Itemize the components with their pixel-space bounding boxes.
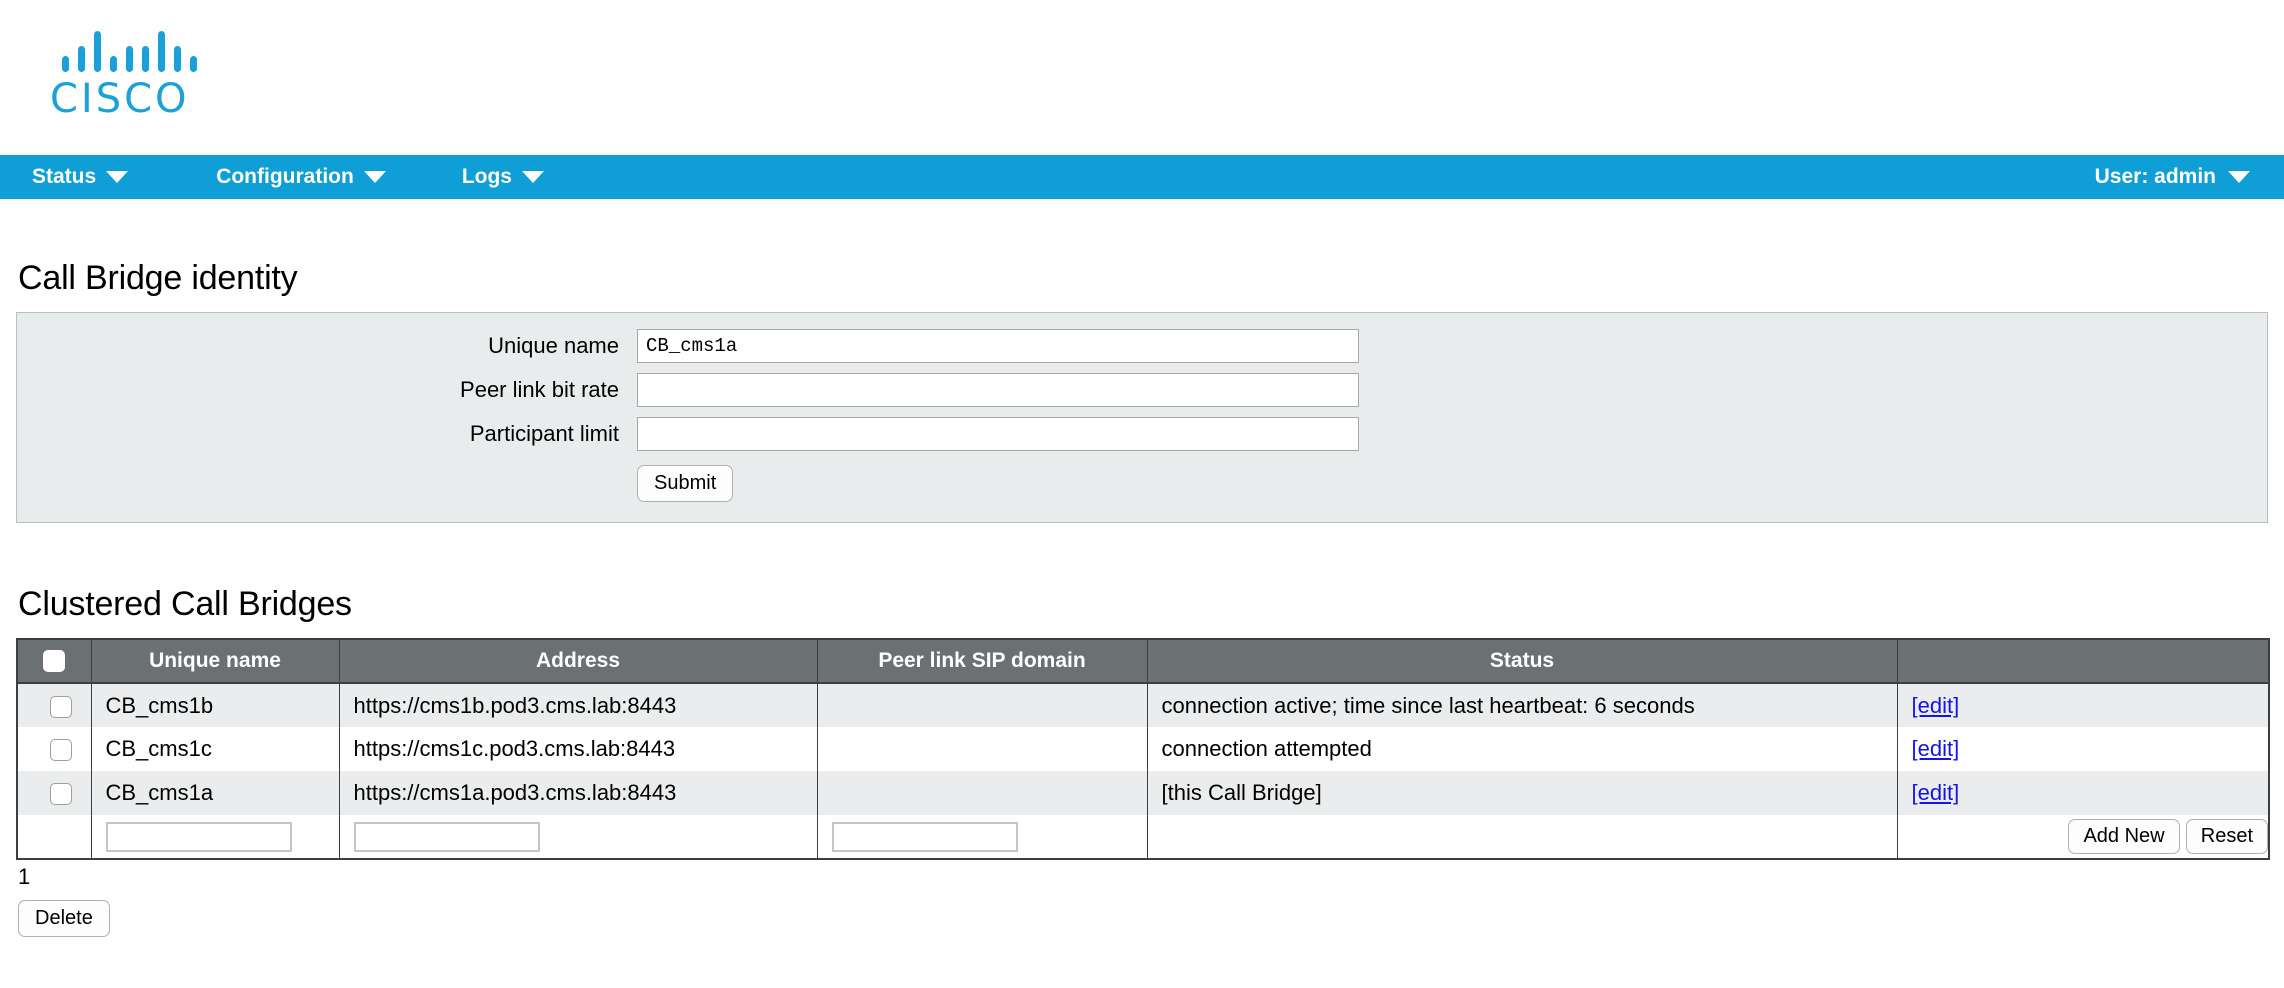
row-select-cell — [17, 683, 92, 727]
cisco-bars-logo-icon — [48, 26, 216, 72]
nav-item-status[interactable]: Status — [32, 165, 129, 189]
new-row-select-cell — [17, 815, 92, 859]
cell-edit: [edit] — [1897, 771, 2269, 815]
chevron-down-icon — [2228, 171, 2250, 183]
table-bottom-actions: Delete — [18, 900, 2268, 937]
chevron-down-icon — [106, 171, 129, 183]
column-header-peer-link-sip-domain: Peer link SIP domain — [817, 639, 1148, 684]
chevron-down-icon — [363, 171, 386, 183]
edit-link[interactable]: [edit] — [1912, 780, 1960, 805]
cell-edit: [edit] — [1897, 727, 2269, 771]
page-header: CISCO — [0, 0, 2284, 155]
cell-sip-domain — [817, 683, 1148, 727]
table-row: CB_cms1c https://cms1c.pod3.cms.lab:8443… — [17, 727, 2269, 771]
reset-button[interactable]: Reset — [2185, 819, 2268, 854]
chevron-down-icon — [522, 171, 544, 183]
table-row: CB_cms1a https://cms1a.pod3.cms.lab:8443… — [17, 771, 2269, 815]
column-header-unique-name: Unique name — [91, 639, 340, 684]
new-row-status-cell — [1147, 815, 1898, 859]
cell-unique-name: CB_cms1a — [91, 771, 340, 815]
cell-address: https://cms1b.pod3.cms.lab:8443 — [339, 683, 818, 727]
row-checkbox[interactable] — [50, 695, 73, 718]
add-new-button[interactable]: Add New — [2068, 819, 2180, 854]
form-row-participant-limit: Participant limit — [17, 417, 2267, 451]
cell-status: connection active; time since last heart… — [1147, 683, 1898, 727]
nav-item-logs-label: Logs — [461, 165, 512, 188]
new-row-sip-cell — [817, 815, 1148, 859]
nav-item-configuration[interactable]: Configuration — [216, 165, 386, 189]
cisco-wordmark: CISCO — [50, 76, 190, 122]
call-bridge-identity-form: Unique name Peer link bit rate Participa… — [16, 312, 2268, 523]
select-all-checkbox[interactable] — [43, 650, 66, 673]
main-navigation-bar: Status Configuration Logs User: admin — [0, 155, 2284, 199]
column-header-status: Status — [1147, 639, 1898, 684]
cell-edit: [edit] — [1897, 683, 2269, 727]
new-address-input[interactable] — [353, 821, 540, 852]
cisco-logo: CISCO — [48, 26, 216, 122]
submit-button[interactable]: Submit — [637, 465, 734, 502]
cell-sip-domain — [817, 727, 1148, 771]
form-actions-spacer — [17, 465, 637, 502]
form-row-peer-link-bit-rate: Peer link bit rate — [17, 373, 2267, 407]
unique-name-input[interactable] — [637, 329, 1359, 363]
cell-sip-domain — [817, 771, 1148, 815]
page-number-indicator: 1 — [18, 864, 31, 889]
table-row: CB_cms1b https://cms1b.pod3.cms.lab:8443… — [17, 683, 2269, 727]
cell-status: connection attempted — [1147, 727, 1898, 771]
user-menu-label: User: admin — [2094, 165, 2216, 188]
cell-status: [this Call Bridge] — [1147, 771, 1898, 815]
peer-link-bit-rate-label: Peer link bit rate — [460, 377, 619, 402]
unique-name-label: Unique name — [488, 333, 619, 358]
nav-items-group: Status Configuration Logs — [0, 165, 544, 189]
participant-limit-input[interactable] — [637, 417, 1359, 451]
cell-unique-name: CB_cms1c — [91, 727, 340, 771]
edit-link[interactable]: [edit] — [1912, 693, 1960, 718]
nav-item-status-label: Status — [32, 165, 97, 188]
new-row-actions-cell: Add New Reset — [1897, 815, 2269, 859]
row-select-cell — [17, 727, 92, 771]
column-header-address: Address — [339, 639, 818, 684]
new-unique-name-input[interactable] — [105, 821, 292, 852]
clustered-call-bridges-title: Clustered Call Bridges — [18, 585, 352, 623]
row-select-cell — [17, 771, 92, 815]
clustered-call-bridges-table: Unique name Address Peer link SIP domain… — [16, 638, 2270, 860]
cell-address: https://cms1c.pod3.cms.lab:8443 — [339, 727, 818, 771]
add-new-row: Add New Reset — [17, 815, 2269, 859]
select-all-header — [17, 639, 92, 684]
cell-unique-name: CB_cms1b — [91, 683, 340, 727]
form-row-unique-name: Unique name — [17, 329, 2267, 363]
table-header-row: Unique name Address Peer link SIP domain… — [17, 639, 2269, 684]
cell-address: https://cms1a.pod3.cms.lab:8443 — [339, 771, 818, 815]
nav-item-logs[interactable]: Logs — [462, 165, 544, 189]
delete-button[interactable]: Delete — [18, 900, 110, 937]
peer-link-bit-rate-input[interactable] — [637, 373, 1359, 407]
new-sip-domain-input[interactable] — [831, 821, 1018, 852]
edit-link[interactable]: [edit] — [1912, 736, 1960, 761]
user-menu[interactable]: User: admin — [2095, 165, 2250, 189]
new-row-name-cell — [91, 815, 340, 859]
page-content: Call Bridge identity Unique name Peer li… — [0, 259, 2284, 937]
new-row-address-cell — [339, 815, 818, 859]
nav-item-configuration-label: Configuration — [216, 165, 354, 188]
row-checkbox[interactable] — [50, 783, 73, 806]
row-checkbox[interactable] — [50, 739, 73, 762]
participant-limit-label: Participant limit — [469, 421, 619, 446]
column-header-actions — [1897, 639, 2269, 684]
form-actions: Submit — [17, 465, 2267, 502]
call-bridge-identity-title: Call Bridge identity — [18, 259, 298, 297]
